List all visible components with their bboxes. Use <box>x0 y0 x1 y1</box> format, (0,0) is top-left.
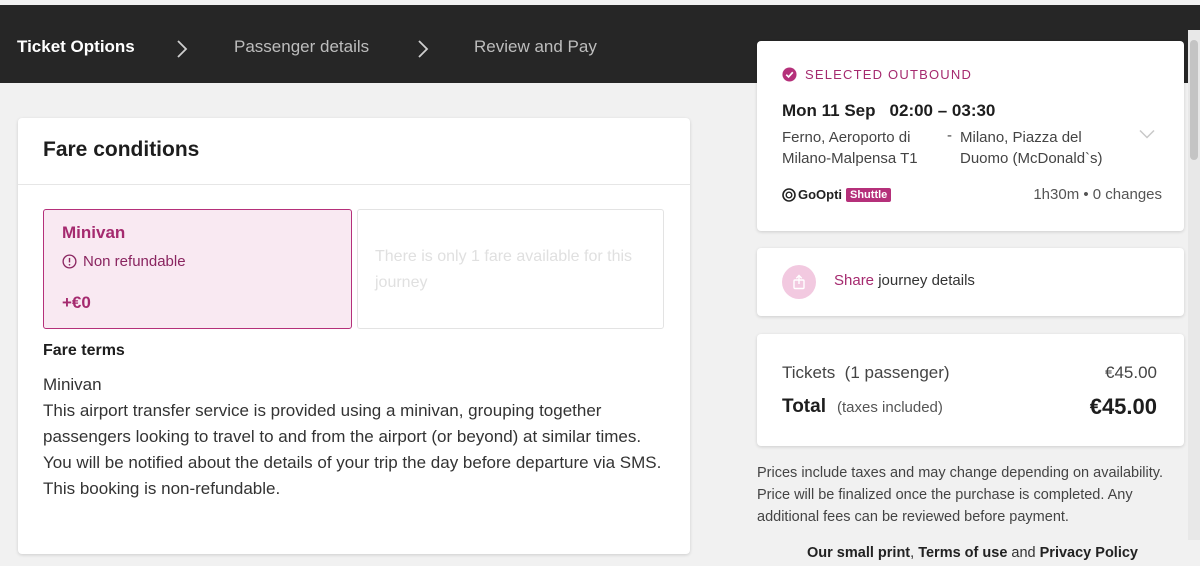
selected-outbound-card[interactable]: SELECTED OUTBOUND Mon 11 Sep 02:00 – 03:3… <box>757 41 1184 231</box>
fare-terms-title: Fare terms <box>43 342 125 359</box>
share-text-rest: journey details <box>874 272 975 289</box>
fare-option-minivan[interactable]: Minivan Non refundable +€0 <box>43 209 352 329</box>
tickets-text: Tickets <box>782 363 836 382</box>
fare-terms-line: You will be notified about the details o… <box>43 453 662 472</box>
fare-conditions-title: Fare conditions <box>43 138 200 161</box>
fare-terms-line: This booking is non-refundable. <box>43 479 281 498</box>
footer-and: and <box>1007 545 1040 561</box>
footer-links: Our small print, Terms of use and Privac… <box>807 545 1138 561</box>
tickets-passengers: (1 passenger) <box>844 363 950 382</box>
share-link[interactable]: Share <box>834 272 874 289</box>
small-print-link[interactable]: Our small print <box>807 545 910 561</box>
share-journey-text: Share journey details <box>834 272 975 289</box>
price-disclaimer: Prices include taxes and may change depe… <box>757 465 1163 525</box>
step-review-and-pay[interactable]: Review and Pay <box>474 37 597 57</box>
check-circle-icon <box>782 67 797 82</box>
total-label: Total <box>782 396 826 417</box>
scrollbar-thumb[interactable] <box>1190 40 1198 160</box>
operator-name: GoOpti <box>798 187 843 202</box>
tickets-label: Tickets (1 passenger) <box>782 363 950 383</box>
total-tax-note: (taxes included) <box>837 399 943 416</box>
operator-logo: GoOpti <box>782 187 842 202</box>
divider <box>18 184 690 185</box>
info-circle-icon <box>62 254 77 269</box>
only-one-fare-note: There is only 1 fare available for this … <box>375 248 633 291</box>
chevron-right-icon <box>177 40 188 58</box>
total-amount: €45.00 <box>1089 394 1157 419</box>
departure-time: 02:00 – 03:30 <box>889 101 996 120</box>
fare-terms-line: This airport transfer service is provide… <box>43 401 642 446</box>
chevron-down-icon[interactable] <box>1139 129 1155 139</box>
route-dash: - <box>947 127 952 144</box>
fare-option-price: +€0 <box>62 293 91 312</box>
tickets-amount: €45.00 <box>1105 363 1157 382</box>
refund-label: Non refundable <box>83 253 186 270</box>
fare-option-name: Minivan <box>62 223 126 242</box>
selected-outbound-label: SELECTED OUTBOUND <box>782 67 972 82</box>
scrollbar[interactable] <box>1188 30 1200 540</box>
step-ticket-options[interactable]: Ticket Options <box>17 37 135 57</box>
goopti-logo-icon <box>782 187 796 202</box>
journey-duration: 1h30m • 0 changes <box>1033 186 1162 203</box>
footer-comma: , <box>910 545 919 561</box>
destination-location: Milano, Piazza del Duomo (McDonald`s) <box>960 129 1103 167</box>
terms-of-use-link[interactable]: Terms of use <box>918 545 1007 561</box>
departure-datetime: Mon 11 Sep 02:00 – 03:30 <box>782 101 995 121</box>
share-icon-glyph <box>793 274 805 290</box>
departure-date: Mon 11 Sep <box>782 101 876 120</box>
chevron-right-icon <box>418 40 429 58</box>
share-journey-card[interactable]: Share journey details <box>757 248 1184 316</box>
origin-location: Ferno, Aeroporto di Milano-Malpensa T1 <box>782 129 918 167</box>
fare-conditions-card: Fare conditions Minivan Non refundable +… <box>18 118 690 554</box>
fare-terms-body: Minivan This airport transfer service is… <box>43 372 673 502</box>
fare-option-refund: Non refundable <box>62 253 186 270</box>
share-icon[interactable] <box>782 265 816 299</box>
privacy-policy-link[interactable]: Privacy Policy <box>1040 545 1138 561</box>
step-passenger-details[interactable]: Passenger details <box>234 37 369 57</box>
price-summary-card: Tickets (1 passenger) €45.00 Total (taxe… <box>757 334 1184 446</box>
fare-terms-line: Minivan <box>43 375 102 394</box>
fare-option-empty: There is only 1 fare available for this … <box>357 209 664 329</box>
service-type-badge: Shuttle <box>846 188 892 202</box>
selected-outbound-text: SELECTED OUTBOUND <box>805 67 973 82</box>
